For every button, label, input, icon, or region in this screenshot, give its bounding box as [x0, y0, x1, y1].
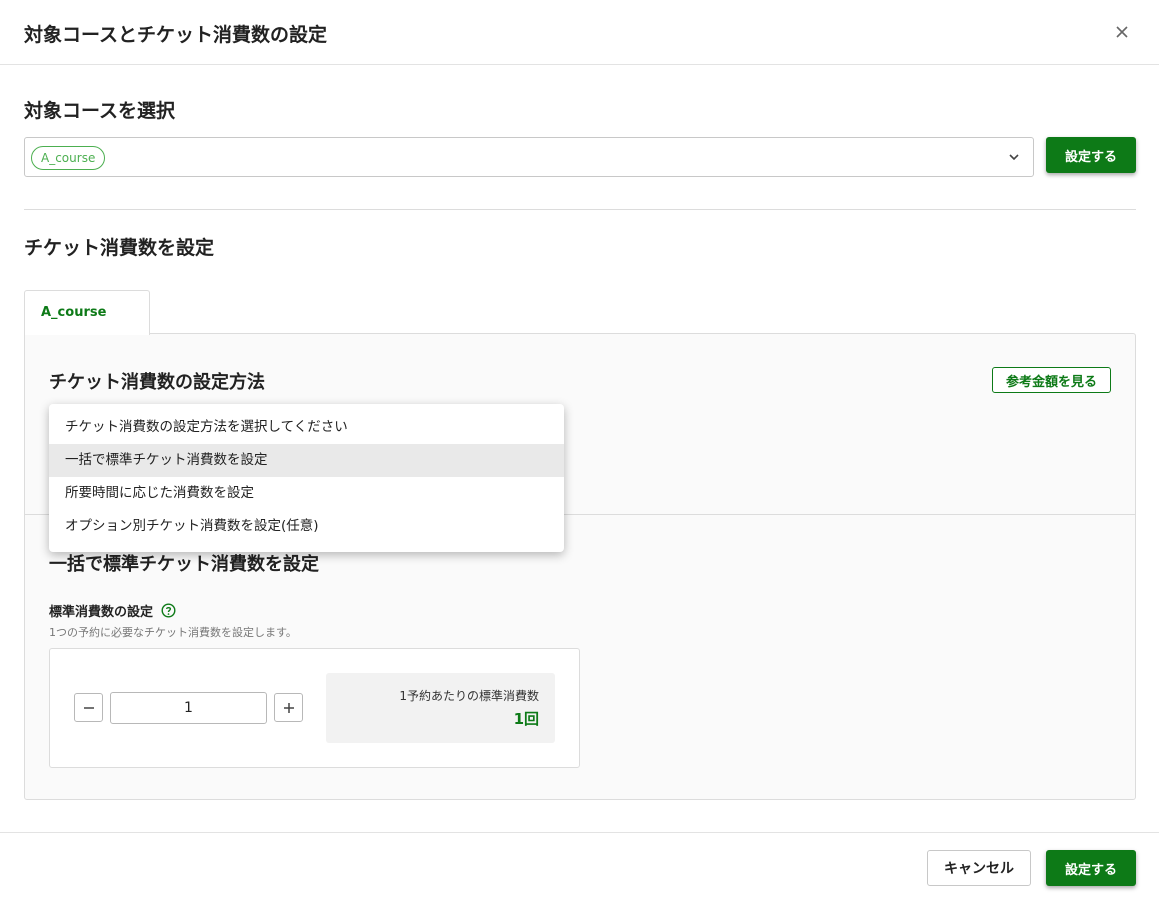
bulk-heading: 一括で標準チケット消費数を設定	[49, 554, 319, 575]
ticket-section-heading: チケット消費数を設定	[24, 237, 215, 259]
method-dropdown-menu: チケット消費数の設定方法を選択してください 一括で標準チケット消費数を設定 所要…	[49, 404, 564, 552]
menu-item-placeholder[interactable]: チケット消費数の設定方法を選択してください	[49, 411, 564, 444]
course-section-heading: 対象コースを選択	[24, 100, 176, 122]
dialog-header: 対象コースとチケット消費数の設定	[0, 0, 1159, 65]
help-text: 1つの予約に必要なチケット消費数を設定します。	[49, 626, 297, 639]
quantity-stepper: 1 1予約あたりの標準消費数 1回	[49, 648, 580, 768]
course-select[interactable]: A_course	[24, 137, 1034, 177]
cancel-button[interactable]: キャンセル	[927, 850, 1031, 886]
tab-label: A_course	[41, 305, 107, 320]
menu-item-option[interactable]: オプション別チケット消費数を設定(任意)	[49, 510, 564, 543]
close-button[interactable]	[1108, 18, 1136, 46]
summary-value: 1回	[513, 710, 539, 728]
tab-a-course[interactable]: A_course	[24, 290, 150, 335]
summary-box: 1予約あたりの標準消費数 1回	[326, 673, 555, 743]
course-chip[interactable]: A_course	[31, 146, 106, 170]
method-heading: チケット消費数の設定方法	[49, 372, 265, 393]
standard-consumption-label: 標準消費数の設定	[49, 601, 176, 620]
minus-icon	[83, 706, 94, 709]
menu-item-duration[interactable]: 所要時間に応じた消費数を設定	[49, 477, 564, 510]
quantity-input[interactable]: 1	[110, 692, 267, 724]
standard-label-text: 標準消費数の設定	[49, 605, 154, 620]
submit-button[interactable]: 設定する	[1046, 850, 1136, 886]
reference-price-button[interactable]: 参考金額を見る	[992, 367, 1111, 393]
plus-icon	[283, 702, 294, 713]
chevron-down-icon	[1009, 154, 1019, 161]
summary-label: 1予約あたりの標準消費数	[399, 689, 539, 703]
decrement-button[interactable]	[74, 693, 103, 722]
close-icon	[1116, 26, 1128, 38]
menu-item-bulk[interactable]: 一括で標準チケット消費数を設定	[49, 444, 564, 477]
help-icon[interactable]	[161, 603, 176, 618]
section-divider	[24, 209, 1136, 210]
increment-button[interactable]	[274, 693, 303, 722]
course-set-button[interactable]: 設定する	[1046, 137, 1136, 173]
footer-divider	[0, 832, 1159, 833]
dialog-title: 対象コースとチケット消費数の設定	[24, 24, 328, 46]
